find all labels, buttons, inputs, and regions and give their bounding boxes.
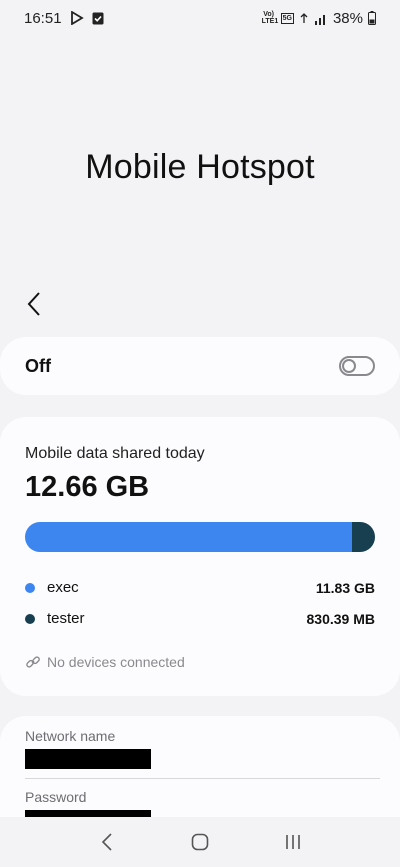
page-title: Mobile Hotspot: [85, 148, 315, 186]
hotspot-toggle-label: Off: [25, 355, 51, 376]
legend-row: tester 830.39 MB: [25, 610, 375, 627]
download-check-icon: [92, 12, 104, 25]
network-name-label: Network name: [25, 728, 116, 744]
legend-value: 11.83 GB: [315, 579, 375, 596]
status-right: Vo) LTE1 5G 38%: [262, 10, 376, 27]
link-icon: [26, 656, 40, 668]
network-name-value-redacted[interactable]: [25, 749, 151, 769]
nav-recents-button[interactable]: [273, 822, 313, 862]
status-left: 16:51: [24, 10, 104, 27]
legend-dot: [25, 582, 35, 593]
no-devices-text: No devices connected: [47, 654, 185, 670]
back-icon: [101, 833, 112, 851]
back-button[interactable]: [20, 288, 48, 320]
status-bar: 16:51 Vo) LTE1 5G 38%: [0, 0, 400, 36]
usage-total: 12.66 GB: [25, 471, 150, 503]
nav-back-button[interactable]: [87, 822, 127, 862]
legend-name: exec: [47, 579, 79, 596]
volte-icon: Vo) LTE1: [261, 11, 279, 25]
usage-bar-segment-exec: [25, 522, 352, 552]
wifi-icon: [299, 11, 309, 25]
status-time: 16:51: [24, 9, 62, 27]
no-devices-status: No devices connected: [25, 654, 185, 670]
usage-bar: [25, 522, 375, 552]
hotspot-toggle-card[interactable]: Off: [0, 337, 400, 395]
play-store-icon: [70, 11, 84, 25]
home-icon: [191, 833, 209, 851]
data-usage-card: Mobile data shared today 12.66 GB exec 1…: [0, 417, 400, 696]
5g-icon: 5G: [280, 12, 294, 24]
system-nav-bar: [0, 817, 400, 867]
legend-value: 830.39 MB: [306, 610, 375, 627]
legend-name: tester: [47, 610, 85, 627]
divider: [25, 778, 380, 779]
switch-knob: [342, 359, 356, 373]
recents-icon: [286, 835, 301, 849]
nav-home-button[interactable]: [180, 822, 220, 862]
hotspot-switch[interactable]: [339, 356, 375, 376]
signal-icon: [314, 12, 328, 25]
network-badge: 5G: [280, 12, 294, 24]
battery-icon: [368, 11, 376, 25]
chevron-left-icon: [27, 292, 40, 316]
password-label: Password: [25, 789, 87, 805]
usage-bar-segment-tester: [351, 522, 375, 552]
legend-dot: [25, 613, 35, 624]
legend-row: exec 11.83 GB: [25, 579, 375, 596]
usage-caption: Mobile data shared today: [25, 445, 205, 462]
battery-percent: 38%: [332, 9, 363, 27]
